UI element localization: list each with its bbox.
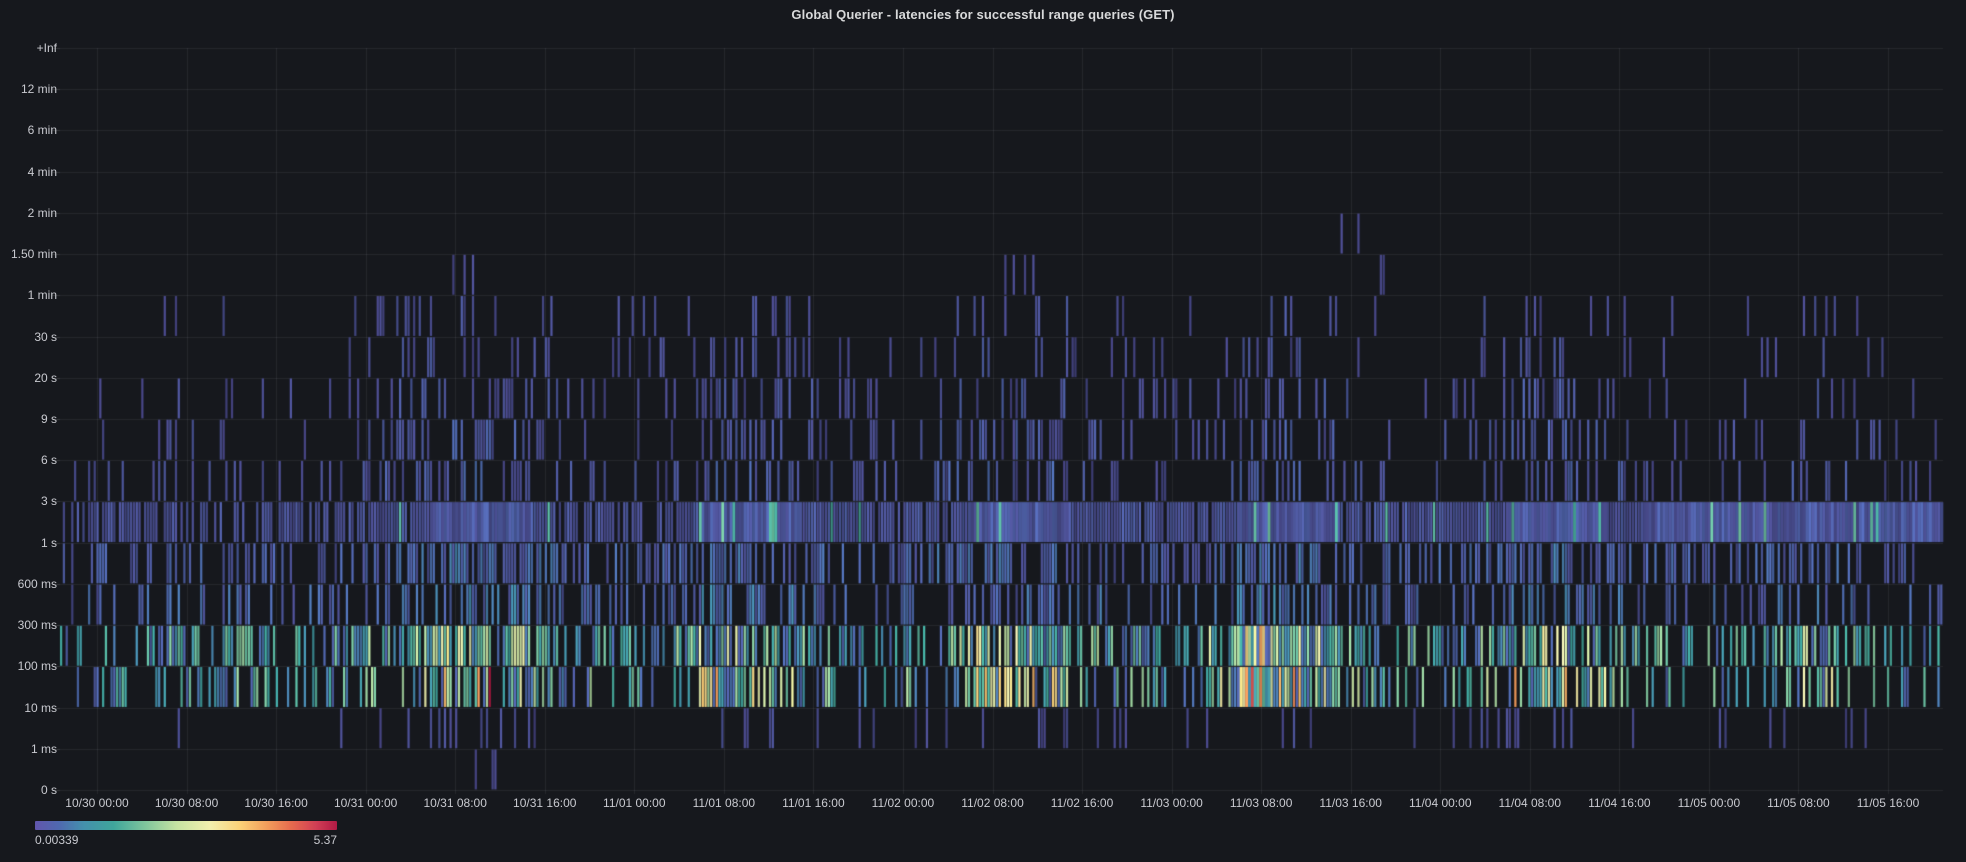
y-axis-tick-label: 1 s [40, 535, 57, 550]
y-axis-tick-label: 300 ms [17, 618, 57, 633]
y-axis-tick-label: 6 min [27, 123, 57, 138]
y-axis-tick-label: 1 min [27, 288, 57, 303]
y-axis-tick-label: 4 min [27, 164, 57, 179]
color-scale-legend: 0.00339 5.37 [35, 821, 337, 851]
y-axis-tick-label: 1 ms [30, 741, 57, 756]
y-axis-tick-label: 100 ms [17, 659, 57, 674]
y-axis-tick-label: 20 s [34, 370, 57, 385]
legend-max-value: 5.37 [313, 833, 337, 847]
x-axis-tick-label: 11/05 16:00 [1856, 796, 1920, 810]
y-axis-tick-label: 9 s [40, 412, 57, 426]
y-axis-tick-label: +Inf [36, 41, 57, 55]
color-gradient-bar [35, 821, 337, 830]
y-axis-tick-label: 10 ms [24, 700, 57, 715]
y-axis-tick-label: 6 s [40, 453, 57, 468]
legend-min-value: 0.00339 [35, 833, 79, 847]
y-axis-tick-label: 0 s [40, 783, 57, 797]
y-axis-tick-label: 12 min [20, 82, 57, 97]
y-axis-tick-label: 30 s [34, 329, 57, 344]
heatmap-canvas[interactable] [0, 0, 1966, 862]
y-axis-tick-label: 2 min [27, 205, 57, 220]
y-axis-tick-label: 600 ms [17, 576, 57, 591]
y-axis-tick-label: 1.50 min [10, 247, 57, 262]
grafana-heatmap-panel: Global Querier - latencies for successfu… [0, 0, 1966, 862]
y-axis-tick-label: 3 s [40, 494, 57, 509]
